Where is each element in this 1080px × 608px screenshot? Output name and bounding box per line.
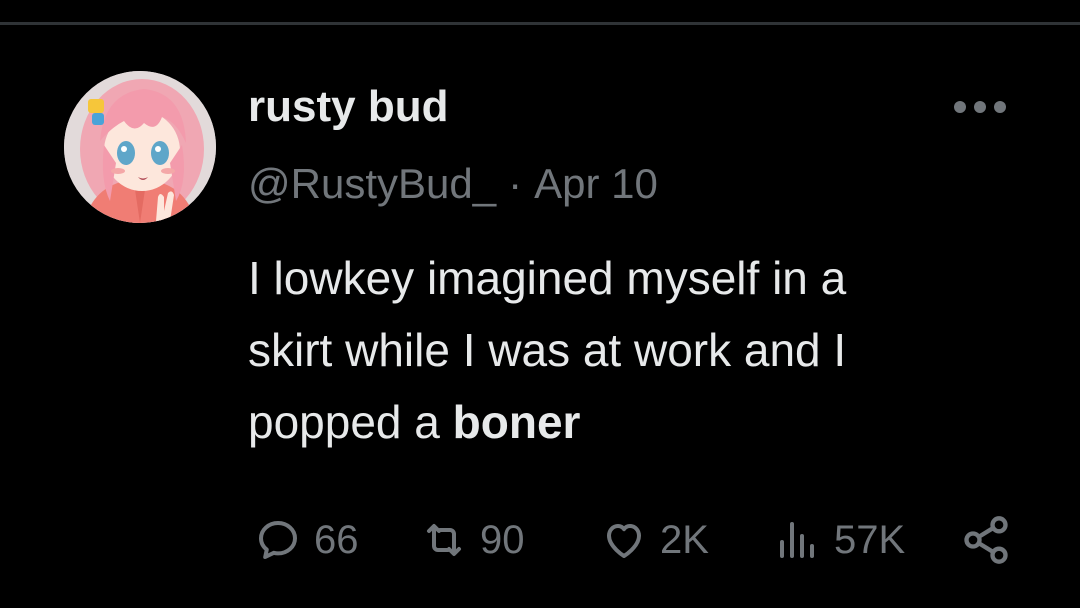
views-button[interactable]: 57K — [774, 510, 905, 570]
retweet-button[interactable]: 90 — [420, 510, 525, 570]
retweet-icon — [427, 524, 461, 556]
tweet-text-segment: popped a — [248, 396, 440, 448]
author-display-name[interactable]: rusty bud — [248, 82, 448, 132]
share-button[interactable] — [960, 510, 1012, 570]
reply-count: 66 — [314, 517, 359, 562]
tweet-text-line: skirt while I was at work and I — [248, 324, 847, 376]
views-count: 57K — [834, 517, 906, 562]
tweet-text-bold-segment: boner — [452, 396, 581, 448]
tweet-text-line: popped a boner — [248, 386, 1028, 458]
reply-button[interactable]: 66 — [254, 510, 359, 570]
more-options-button[interactable] — [948, 92, 1012, 122]
tweet-text-line: I lowkey imagined myself in a — [248, 252, 847, 304]
analytics-icon — [780, 522, 814, 558]
tweet-text: I lowkey imagined myself in a skirt whil… — [248, 242, 1028, 458]
like-button[interactable]: 2K — [600, 510, 709, 570]
tweet-actions: 66 90 2K 57K — [248, 510, 1028, 570]
retweet-count: 90 — [480, 517, 525, 562]
tweet-date[interactable]: Apr 10 — [534, 160, 658, 207]
share-icon — [964, 516, 1008, 564]
reply-icon — [259, 521, 297, 559]
meta-separator: · — [508, 160, 523, 207]
more-horizontal-icon — [954, 101, 1006, 113]
avatar[interactable] — [64, 71, 216, 223]
anime-avatar-icon — [64, 71, 216, 223]
top-divider — [0, 22, 1080, 25]
like-count: 2K — [660, 517, 709, 562]
heart-icon — [607, 524, 641, 558]
tweet-meta: @RustyBud_ · Apr 10 — [248, 160, 658, 208]
author-handle[interactable]: @RustyBud_ — [248, 160, 496, 207]
